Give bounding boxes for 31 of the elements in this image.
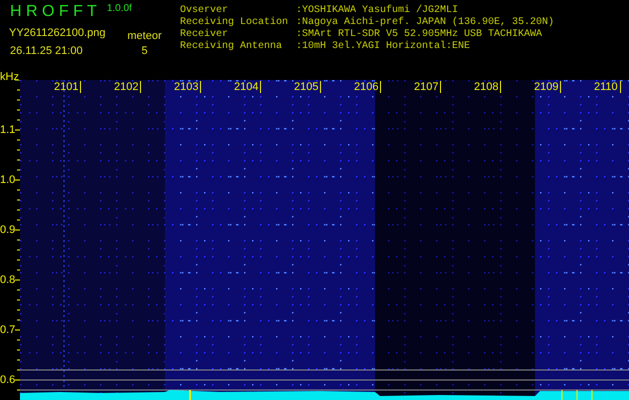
y-axis-label: 0.6: [0, 374, 16, 386]
info-value: :SMArt RTL-SDR V5 52.905MHz USB TACHIKAWA: [296, 29, 542, 40]
meteor-count: 5: [141, 44, 148, 59]
y-axis-label: 0.9: [0, 224, 16, 236]
x-axis-label: 2107: [414, 81, 442, 93]
file-name: YY2611262100.png: [9, 26, 106, 41]
info-label: Receiving Antenna: [180, 41, 284, 53]
info-label: Ovserver: [180, 5, 230, 16]
y-axis-label: 1.1: [0, 124, 16, 136]
meteor-label: meteor: [127, 29, 162, 43]
app-title: H R O F F T: [10, 2, 97, 22]
y-axis-label: 0.8: [0, 274, 16, 286]
x-axis-label: 2101: [54, 81, 82, 93]
x-axis-label: 2110: [594, 81, 621, 93]
y-axis-label: 0.7: [0, 324, 16, 336]
info-value: :Nagoya Aichi-pref. JAPAN (136.90E, 35.20N): [296, 17, 554, 29]
x-axis-label: 2106: [354, 81, 382, 93]
y-axis-label: 1.0: [0, 174, 16, 186]
info-label: Receiving Location: [180, 17, 290, 28]
date-time: 26.11.25 21:00: [10, 44, 84, 59]
x-axis-label: 2103: [174, 81, 202, 93]
x-axis-label: 2105: [294, 81, 322, 93]
x-axis-label: 2104: [234, 81, 262, 93]
info-value: :10mH 3el.YAGI Horizontal:ENE: [296, 41, 470, 53]
info-label: Receiver: [180, 29, 230, 40]
version-label: 1.0.0f: [106, 2, 132, 16]
axis-unit: kHz: [0, 71, 19, 83]
info-value: :YOSHIKAWA Yasufumi /JG2MLI: [296, 5, 458, 16]
x-axis-label: 2109: [534, 81, 562, 93]
x-axis-label: 2108: [474, 81, 502, 93]
x-axis-label: 2102: [114, 81, 142, 93]
